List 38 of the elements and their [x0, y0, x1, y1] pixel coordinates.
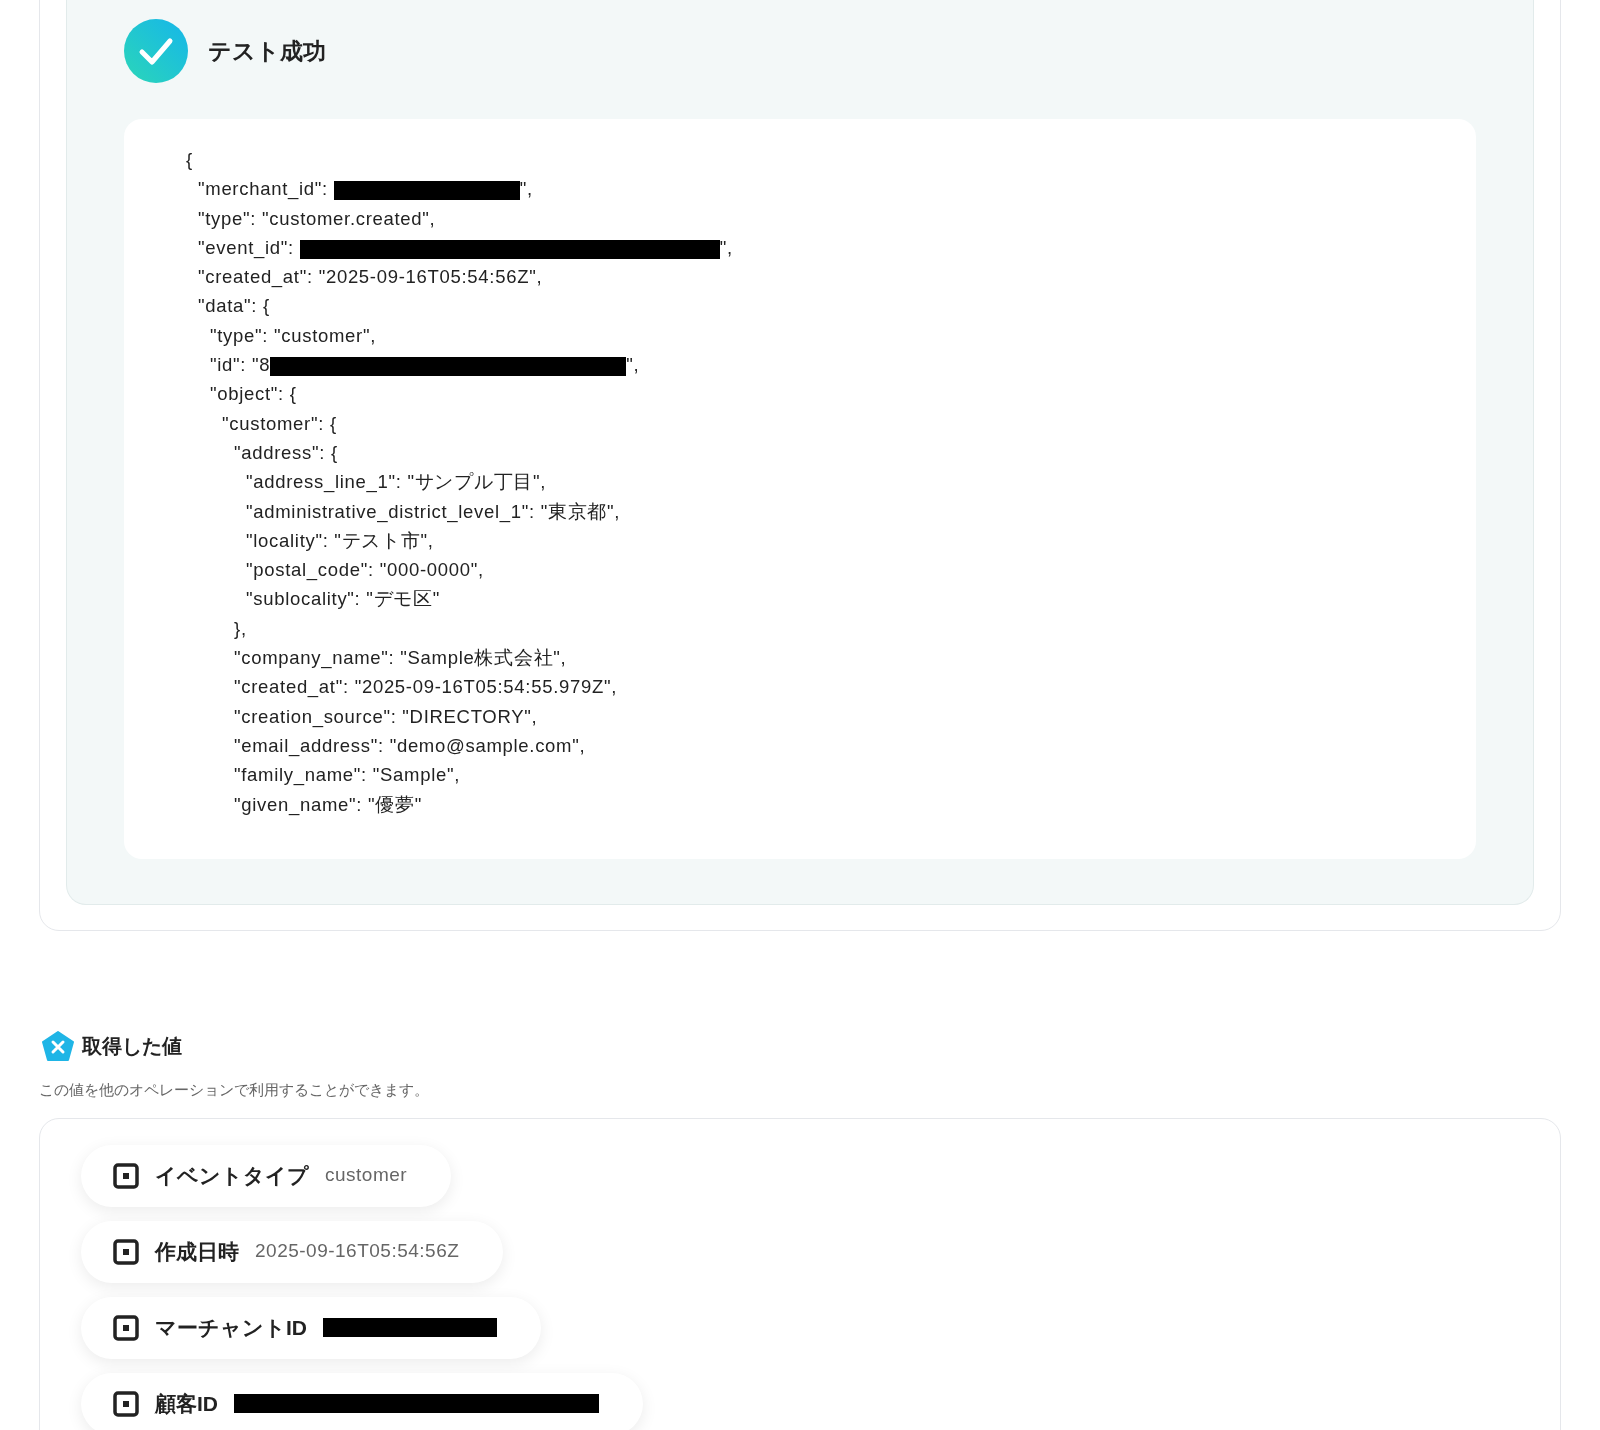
- code-line: "address_line_1": "サンプル丁目",: [245, 470, 548, 495]
- code-line: "administrative_district_level_1": "東京都",: [245, 499, 622, 525]
- code-line: "company_name": "Sample株式会社",: [233, 646, 568, 671]
- code-line: "event_id": ",: [197, 235, 734, 261]
- code-line: "created_at": "2025-09-16T05:54:56Z",: [197, 265, 544, 290]
- code-line: "locality": "テスト市",: [245, 528, 435, 553]
- code-line: "type": "customer.created",: [197, 206, 437, 231]
- code-line: "given_name": "優夢": [233, 792, 423, 818]
- code-line: "postal_code": "000-0000",: [245, 558, 485, 583]
- code-line: "address": {: [233, 440, 339, 465]
- value-chip[interactable]: 作成日時 2025-09-16T05:54:56Z: [81, 1220, 504, 1283]
- value-label: 顧客ID: [155, 1390, 218, 1417]
- code-line: "merchant_id": ",: [197, 177, 534, 202]
- result-title: テスト成功: [208, 36, 326, 66]
- value-chip[interactable]: 顧客ID: [81, 1372, 643, 1430]
- section-description: この値を他のオペレーションで利用することができます。: [39, 1080, 430, 1100]
- section-title: 取得した値: [82, 1034, 182, 1059]
- code-line: "id": "8 ",: [209, 353, 641, 378]
- value-label: マーチャントID: [155, 1314, 307, 1341]
- value-text: 2025-09-16T05:54:56Z: [255, 1239, 460, 1264]
- code-line: "creation_source": "DIRECTORY",: [233, 704, 539, 730]
- code-line: {: [186, 148, 194, 172]
- code-line: "type": "customer",: [209, 323, 378, 348]
- value-label: 作成日時: [155, 1238, 239, 1265]
- pentagon-x-icon: [42, 1031, 74, 1061]
- check-circle-icon: [124, 19, 188, 83]
- code-line: "email_address": "demo@sample.com",: [233, 733, 587, 759]
- code-line: "family_name": "Sample",: [233, 763, 462, 788]
- value-chip[interactable]: マーチャントID: [81, 1296, 541, 1359]
- code-line: "sublocality": "デモ区": [245, 587, 441, 612]
- code-line: "customer": {: [221, 411, 338, 436]
- code-line: "data": {: [197, 294, 271, 319]
- code-line: },: [233, 616, 248, 641]
- value-chip[interactable]: イベントタイプ customer: [81, 1144, 452, 1207]
- code-line: "created_at": "2025-09-16T05:54:55.979Z",: [233, 675, 619, 700]
- code-line: "object": {: [209, 382, 298, 407]
- value-text: customer: [325, 1163, 408, 1188]
- value-label: イベントタイプ: [155, 1162, 309, 1189]
